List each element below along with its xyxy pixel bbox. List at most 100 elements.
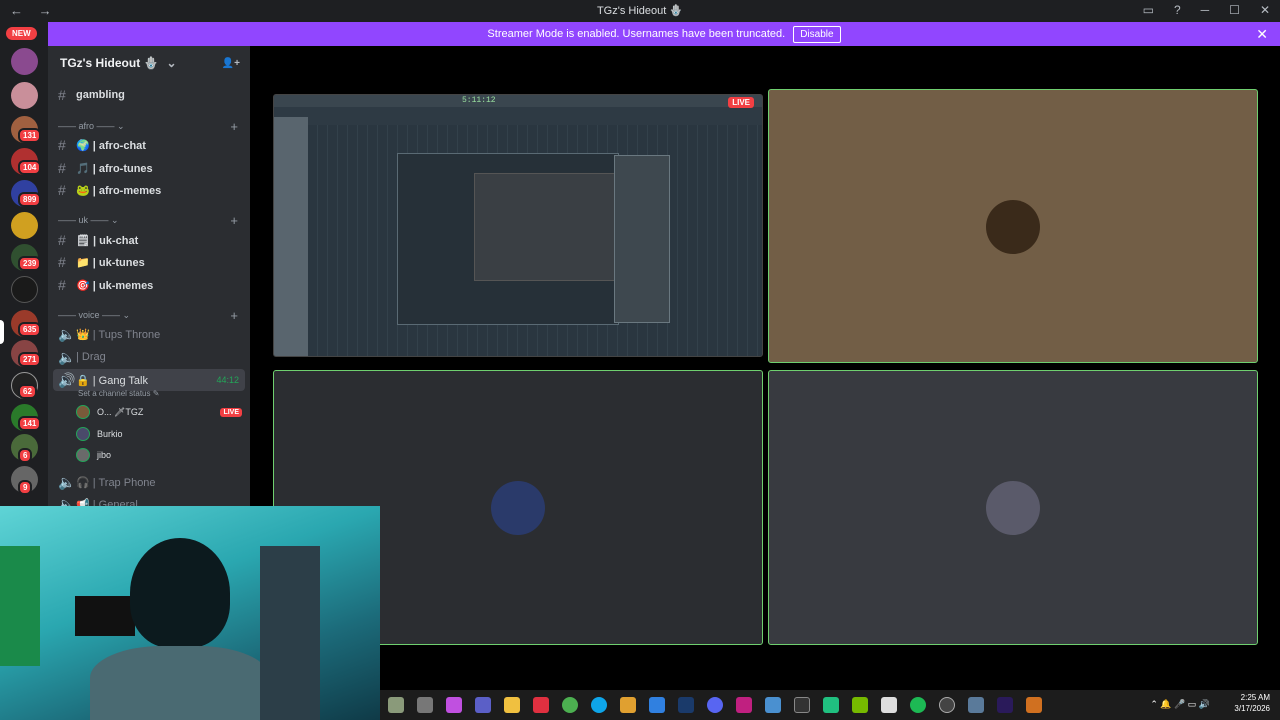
channel-uk-chat[interactable]: # 🗒 | uk-chat [48, 230, 250, 250]
unread-badge: 104 [18, 160, 42, 175]
system-tray-icons[interactable]: ⌃ 🔔 🎤 ▭ 🔊 [1150, 699, 1210, 710]
channel-label: 🌍 | afro-chat [76, 139, 146, 152]
add-channel-icon[interactable]: + [230, 119, 238, 134]
nvidia-icon[interactable] [852, 697, 868, 713]
hash-icon: # [58, 232, 66, 248]
server-icon[interactable] [11, 82, 38, 109]
app-icon[interactable] [823, 697, 839, 713]
add-channel-icon[interactable]: + [230, 308, 238, 323]
voice-member[interactable]: O... 🗡TGZ LIVE [76, 405, 242, 419]
server-icon[interactable] [11, 212, 38, 239]
folder-icon[interactable] [504, 697, 520, 713]
new-badge[interactable]: NEW [6, 27, 37, 40]
avatar [76, 448, 90, 462]
member-name: Burkio [97, 429, 123, 439]
hash-icon: # [58, 182, 66, 198]
banner-text: Streamer Mode is enabled. Usernames have… [487, 28, 786, 40]
window-controls[interactable]: ▭ ? ─ ☐ ✕ [1143, 3, 1270, 17]
chevron-down-icon[interactable]: ⌄ [166, 56, 176, 70]
app-icon[interactable] [736, 697, 752, 713]
screen-share-tile[interactable]: 5:11:12 LIVE [273, 94, 763, 357]
invite-icon[interactable]: 👤+ [222, 58, 240, 69]
voice-channel-gang-talk[interactable]: 🔊 🔒 | Gang Talk 44:12 [53, 369, 245, 391]
app-icon[interactable] [794, 697, 810, 713]
obs-icon[interactable] [939, 697, 955, 713]
server-icon[interactable] [11, 48, 38, 75]
category-voice[interactable]: —— voice —— ⌄ + [48, 305, 250, 325]
channel-afro-memes[interactable]: # 🐸 | afro-memes [48, 180, 250, 200]
video-tile-speaking[interactable] [768, 370, 1258, 645]
unread-badge: 131 [18, 128, 42, 143]
avatar [986, 200, 1040, 254]
speaker-icon: 🔊 [58, 371, 76, 388]
voice-channel-drag[interactable]: 🔈 | Drag [48, 347, 250, 367]
teams-icon[interactable] [475, 697, 491, 713]
app-icon[interactable] [417, 697, 433, 713]
edge-icon[interactable] [591, 697, 607, 713]
channel-label: 📁 | uk-tunes [76, 256, 145, 269]
channel-label: 🎯 | uk-memes [76, 279, 154, 292]
selected-indicator [0, 320, 4, 344]
add-channel-icon[interactable]: + [230, 213, 238, 228]
category-label: —— uk —— ⌄ [58, 214, 119, 225]
channel-afro-tunes[interactable]: # 🎵 | afro-tunes [48, 158, 250, 178]
copilot-icon[interactable] [446, 697, 462, 713]
store-icon[interactable] [620, 697, 636, 713]
close-icon[interactable]: ✕ [1256, 26, 1268, 43]
channel-label: 👑 | Tups Throne [76, 328, 161, 341]
premiere-icon[interactable] [997, 697, 1013, 713]
voice-channel-tups-throne[interactable]: 🔈 👑 | Tups Throne [48, 324, 250, 344]
server-name[interactable]: TGz's Hideout 🪬 [60, 56, 158, 70]
inbox-icon[interactable]: ▭ [1143, 3, 1154, 17]
channel-afro-chat[interactable]: # 🌍 | afro-chat [48, 135, 250, 155]
app-icon[interactable] [678, 697, 694, 713]
notepad-icon[interactable] [881, 697, 897, 713]
channel-gambling[interactable]: # gambling [48, 85, 250, 105]
member-name: O... 🗡TGZ [97, 406, 144, 417]
speaker-icon: 🔈 [58, 348, 76, 365]
video-grid: 5:11:12 LIVE [250, 46, 1280, 690]
settings-icon[interactable] [968, 697, 984, 713]
clock[interactable]: 2:25 AM 3/17/2026 [1234, 692, 1270, 714]
help-icon[interactable]: ? [1174, 3, 1181, 17]
unread-badge: 141 [18, 416, 42, 431]
call-timer: 44:12 [216, 375, 239, 385]
minimize-button[interactable]: ─ [1201, 3, 1210, 17]
live-badge: LIVE [220, 407, 242, 417]
channel-status[interactable]: Set a channel status ✎ [78, 389, 159, 398]
channel-uk-memes[interactable]: # 🎯 | uk-memes [48, 275, 250, 295]
category-afro[interactable]: —— afro —— ⌄ + [48, 116, 250, 136]
live-badge: LIVE [728, 97, 754, 108]
disable-button[interactable]: Disable [793, 25, 841, 43]
server-icon[interactable] [11, 276, 38, 303]
flag [0, 546, 40, 666]
speaker-icon: 🔈 [58, 473, 76, 490]
hash-icon: # [58, 277, 66, 293]
unread-badge: 239 [18, 256, 42, 271]
window-title: TGz's Hideout 🪬 [596, 5, 684, 17]
category-uk[interactable]: —— uk —— ⌄ + [48, 210, 250, 230]
unread-badge: 62 [18, 384, 37, 399]
app-icon[interactable] [388, 697, 404, 713]
close-button[interactable]: ✕ [1260, 3, 1270, 17]
app-icon[interactable] [533, 697, 549, 713]
voice-member[interactable]: Burkio [76, 427, 123, 441]
channel-label: 🔒 | Gang Talk [76, 374, 148, 387]
avatar [491, 481, 545, 535]
voice-member[interactable]: jibo [76, 448, 111, 462]
voice-channel-trap-phone[interactable]: 🔈 🎧 | Trap Phone [48, 472, 250, 492]
photos-icon[interactable] [765, 697, 781, 713]
fl-studio-icon[interactable] [1026, 697, 1042, 713]
discord-icon[interactable] [707, 697, 723, 713]
chrome-icon[interactable] [562, 697, 578, 713]
app-icon[interactable] [649, 697, 665, 713]
webcam-overlay [0, 506, 380, 720]
channel-uk-tunes[interactable]: # 📁 | uk-tunes [48, 252, 250, 272]
server-header[interactable]: TGz's Hideout 🪬 ⌄ 👤+ [48, 46, 250, 80]
maximize-button[interactable]: ☐ [1229, 3, 1240, 17]
spotify-icon[interactable] [910, 697, 926, 713]
video-tile-speaking[interactable] [768, 89, 1258, 363]
person-hair [130, 538, 230, 648]
avatar [76, 427, 90, 441]
unread-badge: 635 [18, 322, 42, 337]
